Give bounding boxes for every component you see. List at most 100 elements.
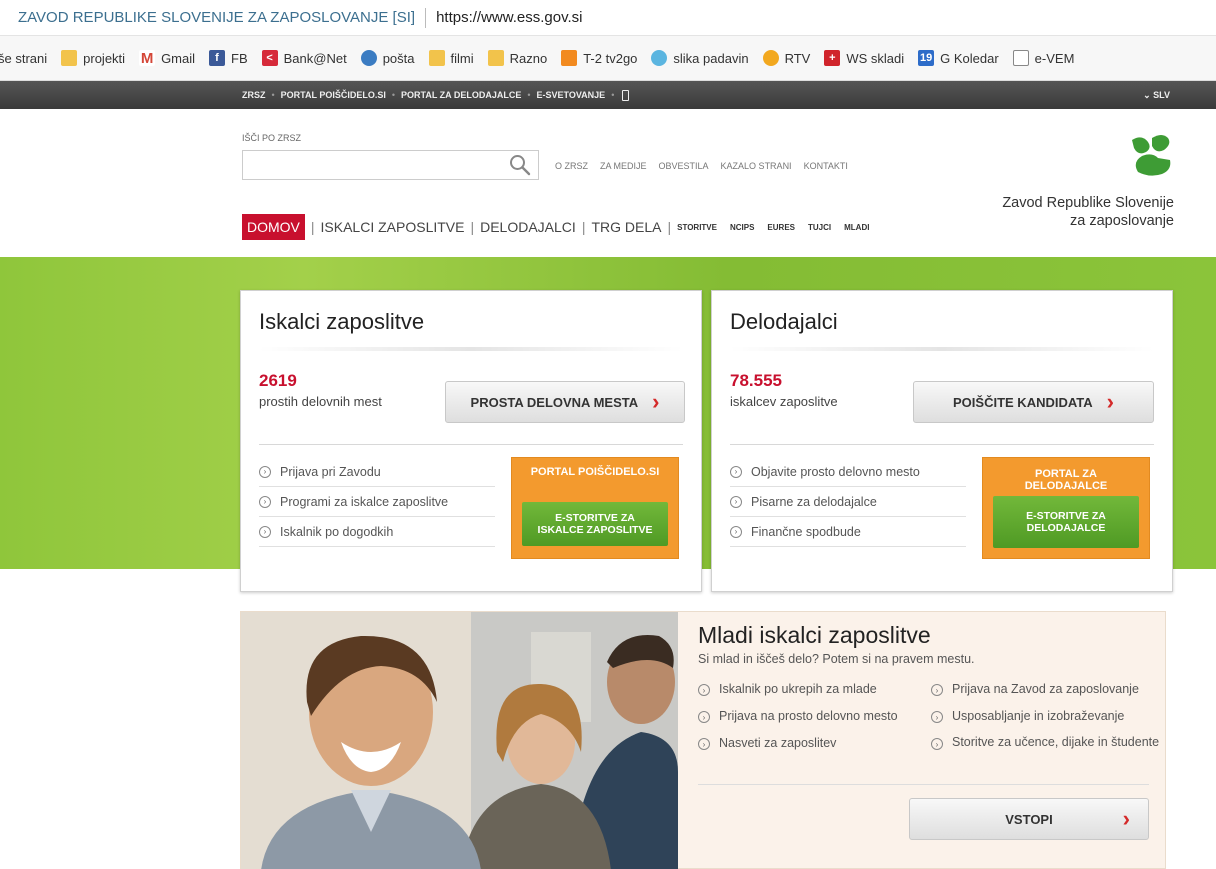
search-input[interactable]: [242, 150, 539, 180]
bookmark-item[interactable]: T-2 tv2go: [561, 50, 637, 66]
link-pisarne[interactable]: › Pisarne za delodajalce: [730, 487, 966, 517]
seeker-count-label: iskalcev zaposlitve: [730, 394, 838, 409]
eservices-seekers-button[interactable]: E-STORITVE ZA ISKALCE ZAPOSLITVE: [522, 502, 668, 546]
divider: [259, 444, 683, 445]
link-iskalnik-ukrepi[interactable]: › Iskalnik po ukrepih za mlade: [698, 682, 928, 709]
bookmark-item[interactable]: slika padavin: [651, 50, 749, 66]
youth-links-left: › Iskalnik po ukrepih za mlade › Prijava n…: [698, 682, 928, 763]
bookmark-label: Bank@Net: [283, 50, 347, 66]
rtv-icon: [762, 50, 779, 66]
nav-item-mladi[interactable]: MLADI: [844, 223, 869, 232]
link-label: Nasveti za zaposlitev: [719, 736, 837, 750]
bookmark-label: filmi: [450, 50, 474, 66]
arrow-circle-icon: ›: [259, 525, 271, 538]
bookmark-item[interactable]: < Bank@Net: [261, 50, 347, 66]
bookmark-item[interactable]: + WS skladi: [824, 50, 904, 66]
bookmark-label: RTV: [784, 50, 811, 66]
topbar-separator: •: [527, 90, 531, 100]
youth-title: Mladi iskalci zaposlitve: [698, 622, 931, 648]
bank-icon: <: [261, 50, 278, 66]
utility-link-obvestila[interactable]: OBVESTILA: [659, 161, 709, 171]
topbar-link-esvetovanje[interactable]: E-SVETOVANJE: [537, 90, 606, 100]
eservices-employers-button[interactable]: E-STORITVE ZA DELODAJALCE: [993, 496, 1139, 548]
nav-item-domov[interactable]: DOMOV: [242, 214, 305, 240]
utility-link-kazalo-strani[interactable]: KAZALO STRANI: [721, 161, 792, 171]
people-photo-image: [241, 612, 678, 869]
facebook-icon: f: [209, 50, 226, 66]
utility-link-kontakti[interactable]: KONTAKTI: [804, 161, 848, 171]
youth-subtitle: Si mlad in iščeš delo? Potem si na prave…: [698, 652, 975, 666]
link-prijava-mesto[interactable]: › Prijava na prosto delovno mesto: [698, 709, 928, 736]
bookmark-item[interactable]: e-VEM: [1012, 50, 1075, 66]
topbar-separator: •: [611, 90, 615, 100]
nav-separator: |: [581, 219, 586, 235]
button-label: POIŠČITE KANDIDATA: [953, 394, 1093, 410]
topbar-links: ZRSZ • PORTAL POIŠČIDELO.SI • PORTAL ZA DE…: [242, 81, 635, 109]
link-label: Prijava na Zavod za zaposlovanje: [952, 682, 1139, 696]
card-title: Delodajalci: [730, 309, 838, 334]
search-icon[interactable]: [508, 153, 532, 177]
bookmark-item[interactable]: RTV: [762, 50, 811, 66]
job-seekers-card: Iskalci zaposlitve 2619 prostih delovnih…: [240, 290, 702, 592]
zrsz-logo-icon[interactable]: [1128, 132, 1174, 178]
arrow-circle-icon: ›: [698, 711, 710, 723]
link-financne-spodbude[interactable]: › Finančne spodbude: [730, 517, 966, 547]
portal-title[interactable]: PORTAL POIŠČIDELO.SI: [512, 466, 678, 478]
utility-link-za-medije[interactable]: ZA MEDIJE: [600, 161, 647, 171]
topbar-link-zrsz[interactable]: ZRSZ: [242, 90, 266, 100]
link-nasveti[interactable]: › Nasveti za zaposlitev: [698, 736, 928, 763]
utility-link-o-zrsz[interactable]: O ZRSZ: [555, 161, 588, 171]
nav-item-ncips[interactable]: NCIPS: [730, 223, 754, 232]
language-selector[interactable]: ⌄ SLV: [1143, 81, 1170, 109]
nav-item-trg-dela[interactable]: TRG DELA: [591, 219, 661, 235]
address-url[interactable]: https://www.ess.gov.si: [436, 9, 582, 26]
chevron-right-icon: ›: [1122, 806, 1130, 831]
utility-nav: O ZRSZ ZA MEDIJE OBVESTILA KAZALO STRANI…: [555, 161, 860, 171]
find-candidate-button[interactable]: POIŠČITE KANDIDATA ›: [913, 381, 1154, 423]
bookmark-item[interactable]: Razno: [487, 50, 548, 66]
topbar-link-delodajalci[interactable]: PORTAL ZA DELODAJALCE: [401, 90, 521, 100]
button-label: VSTOPI: [1005, 811, 1053, 827]
link-label: Finančne spodbude: [751, 524, 861, 539]
vacancy-count: 2619: [259, 371, 297, 390]
vacancies-button[interactable]: PROSTA DELOVNA MESTA ›: [445, 381, 685, 423]
link-objavite-mesto[interactable]: › Objavite prosto delovno mesto: [730, 457, 966, 487]
bookmark-item[interactable]: 19 G Koledar: [918, 50, 999, 66]
site-topbar: ZRSZ • PORTAL POIŠČIDELO.SI • PORTAL ZA DE…: [0, 81, 1216, 109]
portal-title[interactable]: PORTAL ZA DELODAJALCE: [983, 468, 1149, 492]
bookmark-item[interactable]: filmi: [428, 50, 474, 66]
nav-item-storitve[interactable]: STORITVE: [677, 223, 717, 232]
topbar-link-poiscidelo[interactable]: PORTAL POIŠČIDELO.SI: [281, 90, 386, 100]
bookmark-item[interactable]: pošta: [360, 50, 415, 66]
browser-titlebar: ZAVOD REPUBLIKE SLOVENIJE ZA ZAPOSLOVANJ…: [0, 0, 1216, 36]
bookmark-label: WS skladi: [846, 50, 905, 66]
link-label: Storitve za učence, dijake in študente: [952, 735, 1160, 749]
bookmark-item[interactable]: še strani: [0, 51, 47, 66]
bookmark-label: pošta: [382, 50, 415, 66]
bookmark-item[interactable]: projekti: [61, 50, 125, 66]
seekers-links: › Prijava pri Zavodu › Programi za iskalce…: [259, 457, 495, 547]
search-label: IŠČI PO ZRSZ: [242, 133, 302, 143]
bookmark-item[interactable]: M Gmail: [139, 49, 195, 67]
nav-item-tujci[interactable]: TUJCI: [808, 223, 831, 232]
nav-item-eures[interactable]: EURES: [767, 223, 795, 232]
bookmark-label: Razno: [509, 50, 548, 66]
enter-button[interactable]: VSTOPI ›: [909, 798, 1149, 840]
portal-title-line1: PORTAL ZA: [1035, 468, 1097, 480]
nav-item-delodajalci[interactable]: DELODAJALCI: [480, 219, 576, 235]
bookmark-item[interactable]: f FB: [209, 50, 248, 66]
bookmark-label: e-VEM: [1034, 50, 1075, 66]
vacancy-count-label: prostih delovnih mest: [259, 394, 382, 409]
nav-item-iskalci[interactable]: ISKALCI ZAPOSLITVE: [321, 219, 465, 235]
chevron-right-icon: ›: [1106, 389, 1114, 414]
link-iskalnik-dogodki[interactable]: › Iskalnik po dogodkih: [259, 517, 495, 547]
link-storitve-ucenci[interactable]: › Storitve za učence, dijake in študente: [931, 736, 1163, 780]
link-programi[interactable]: › Programi za iskalce zaposlitve: [259, 487, 495, 517]
seeker-count: 78.555: [730, 371, 782, 390]
gmail-icon: M: [139, 49, 156, 67]
link-usposabljanje[interactable]: › Usposabljanje in izobraževanje: [931, 709, 1163, 736]
link-prijava-zavod[interactable]: › Prijava na Zavod za zaposlovanje: [931, 682, 1163, 709]
link-prijava-pri-zavodu[interactable]: › Prijava pri Zavodu: [259, 457, 495, 487]
mobile-icon[interactable]: [622, 89, 630, 101]
nav-separator: |: [470, 219, 475, 235]
